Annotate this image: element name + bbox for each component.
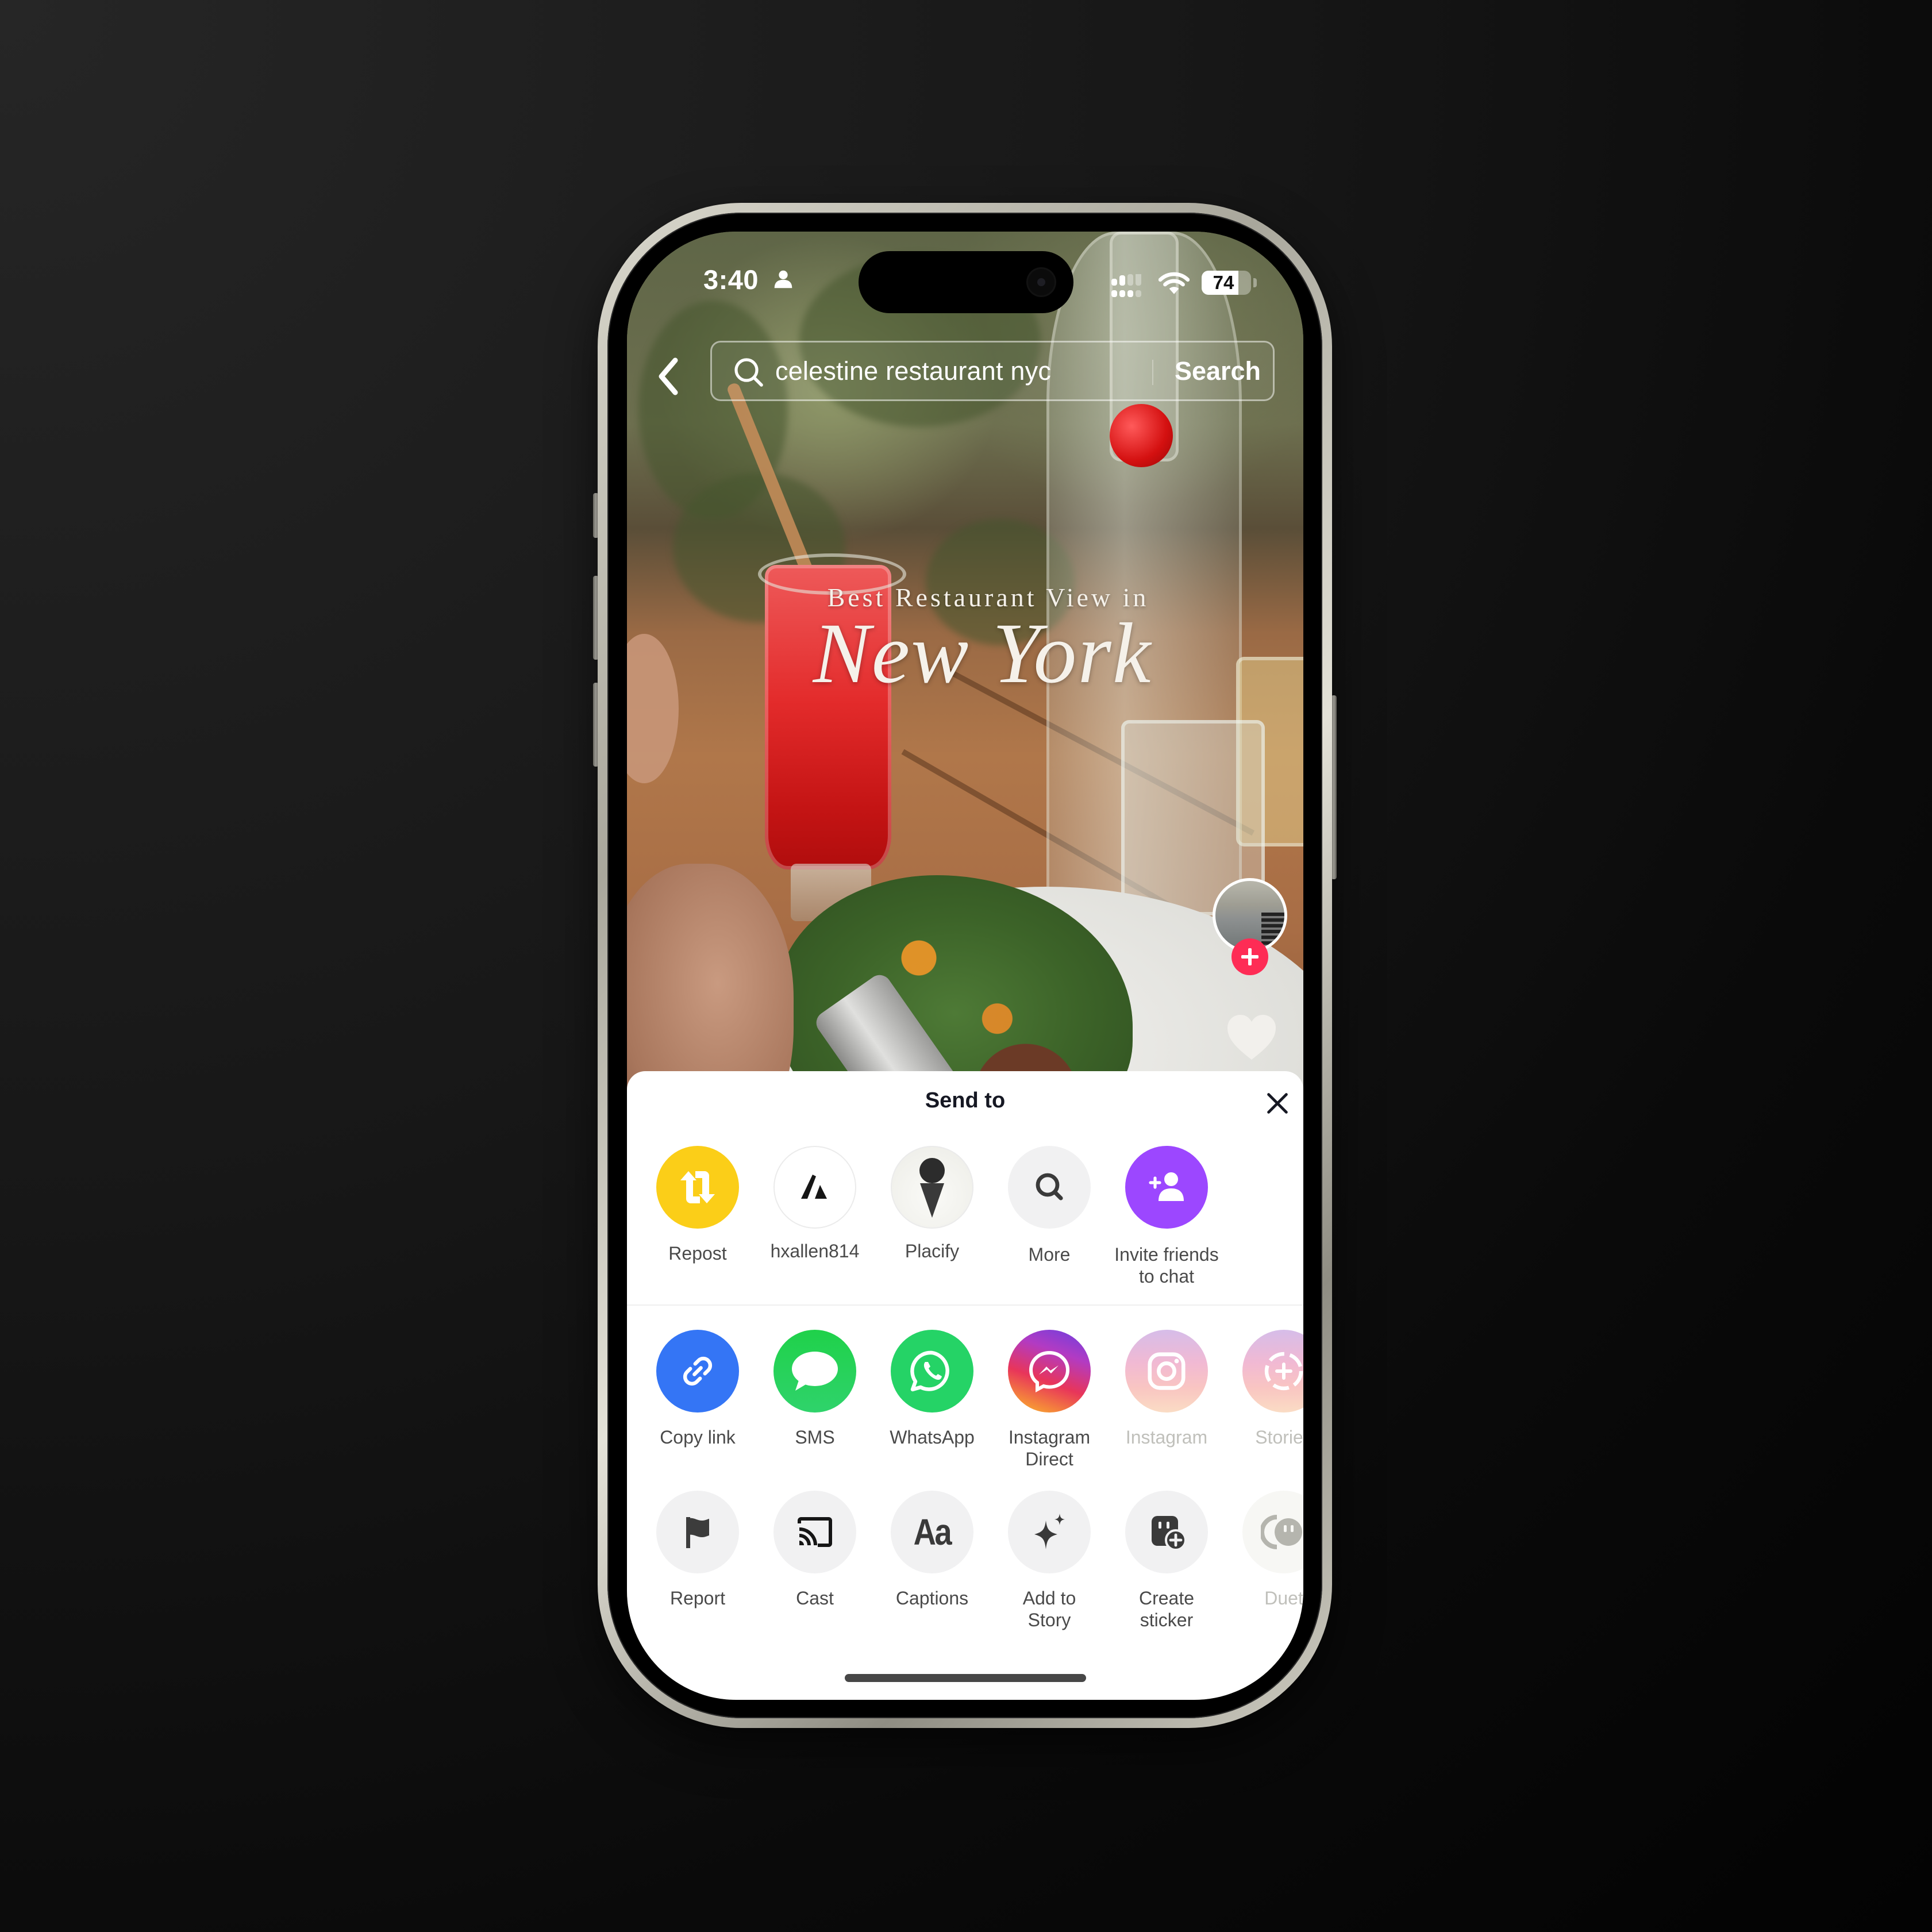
add-user-icon xyxy=(1149,1172,1184,1201)
map-pin-icon xyxy=(919,1158,945,1218)
share-app-label: Instagram xyxy=(1125,1427,1208,1448)
wifi-icon xyxy=(1159,272,1190,294)
camera-icon xyxy=(1026,267,1056,297)
share-app-stories[interactable]: Stories xyxy=(1225,1330,1303,1448)
action-captions[interactable]: Aa Captions xyxy=(873,1491,991,1609)
copy-link-circle xyxy=(656,1330,739,1413)
search-divider xyxy=(1152,360,1153,385)
duet-circle xyxy=(1242,1491,1303,1573)
sparkle-icon xyxy=(1034,1514,1065,1549)
section-divider xyxy=(627,1304,1303,1306)
share-app-copy-link[interactable]: Copy link xyxy=(639,1330,756,1448)
close-icon[interactable] xyxy=(1265,1091,1290,1116)
search-button[interactable]: Search xyxy=(1166,342,1269,399)
story-add-icon xyxy=(1264,1352,1303,1391)
action-add-to-story[interactable]: Add to Story xyxy=(991,1491,1108,1631)
instagram-icon xyxy=(1148,1352,1186,1390)
contact-avatar xyxy=(891,1146,973,1229)
stories-circle xyxy=(1242,1330,1303,1413)
share-target-label: Invite friends to chat xyxy=(1114,1244,1219,1287)
battery-percent: 74 xyxy=(1213,272,1234,293)
share-target-label: Repost xyxy=(668,1243,727,1264)
search-icon xyxy=(734,358,763,387)
heart-icon[interactable] xyxy=(1226,1013,1277,1061)
flag-icon xyxy=(686,1517,709,1548)
action-create-sticker[interactable]: Create sticker xyxy=(1108,1491,1225,1631)
share-target-repost[interactable]: Repost xyxy=(639,1146,756,1264)
action-label: Add to Story xyxy=(1022,1588,1076,1630)
report-circle xyxy=(656,1491,739,1573)
share-app-whatsapp[interactable]: WhatsApp xyxy=(873,1330,991,1448)
search-bar[interactable]: celestine restaurant nyc Search xyxy=(710,341,1275,401)
follow-plus-button[interactable] xyxy=(1231,938,1268,975)
link-icon xyxy=(683,1356,713,1386)
message-bubble-icon xyxy=(792,1352,838,1391)
cast-icon xyxy=(798,1517,832,1547)
search-input[interactable]: celestine restaurant nyc xyxy=(775,342,1051,399)
share-app-label: WhatsApp xyxy=(890,1427,975,1448)
invite-friends-button[interactable]: Invite friends to chat xyxy=(1108,1146,1225,1287)
captions-icon: Aa xyxy=(913,1511,952,1553)
share-app-label: SMS xyxy=(795,1427,835,1448)
contact-avatar xyxy=(773,1146,856,1229)
status-bar: 3:40 74 xyxy=(627,232,1303,313)
add-to-story-circle xyxy=(1008,1491,1091,1573)
share-app-label: Copy link xyxy=(660,1427,736,1448)
repost-icon xyxy=(680,1171,715,1203)
battery-indicator: 74 xyxy=(1202,271,1251,295)
action-label: Create sticker xyxy=(1138,1588,1195,1630)
video-caption-script: New York xyxy=(813,606,1152,701)
messenger-icon xyxy=(1029,1350,1070,1393)
sms-circle xyxy=(773,1330,856,1413)
person-icon xyxy=(774,270,792,288)
share-app-label: Instagram Direct xyxy=(1008,1427,1091,1469)
share-app-sms[interactable]: SMS xyxy=(756,1330,873,1448)
sticker-add-icon xyxy=(1152,1516,1187,1551)
action-label: Duet xyxy=(1264,1588,1303,1608)
invite-circle xyxy=(1125,1146,1208,1229)
whatsapp-circle xyxy=(891,1330,973,1413)
share-target-label: hxallen814 xyxy=(770,1241,860,1261)
captions-circle: Aa xyxy=(891,1491,973,1573)
action-report[interactable]: Report xyxy=(639,1491,756,1609)
action-label: Captions xyxy=(895,1588,969,1608)
home-indicator[interactable] xyxy=(845,1674,1086,1682)
avatar-logo-icon xyxy=(801,1175,827,1199)
action-label: Cast xyxy=(796,1588,834,1608)
share-sheet: Send to Repost hxallen814 Placify More I… xyxy=(627,1071,1303,1700)
share-target-label: Placify xyxy=(905,1241,960,1261)
share-target-label: More xyxy=(1028,1244,1071,1265)
more-circle xyxy=(1008,1146,1091,1229)
hand xyxy=(627,864,794,1105)
share-app-instagram-direct[interactable]: Instagram Direct xyxy=(991,1330,1108,1470)
share-target-contact[interactable]: Placify xyxy=(873,1146,991,1262)
battery-nub xyxy=(1253,278,1257,287)
search-icon xyxy=(1036,1173,1063,1200)
phone-screen: Best Restaurant View in New York 3:40 74… xyxy=(627,232,1303,1700)
action-label: Report xyxy=(669,1588,726,1608)
action-duet[interactable]: Duet xyxy=(1225,1491,1303,1609)
action-cast[interactable]: Cast xyxy=(756,1491,873,1609)
dynamic-island xyxy=(859,251,1073,313)
duet-icon xyxy=(1261,1515,1302,1549)
status-time: 3:40 xyxy=(703,264,759,295)
cellular-signal-icon xyxy=(1111,274,1141,297)
create-sticker-circle xyxy=(1125,1491,1208,1573)
share-target-more[interactable]: More xyxy=(991,1146,1108,1265)
whatsapp-icon xyxy=(910,1350,949,1392)
share-target-contact[interactable]: hxallen814 xyxy=(756,1146,873,1262)
repost-circle xyxy=(656,1146,739,1229)
sheet-title: Send to xyxy=(925,1088,1006,1113)
bottle-cap xyxy=(1110,404,1173,467)
back-chevron-icon[interactable] xyxy=(650,353,690,399)
cast-circle xyxy=(773,1491,856,1573)
share-app-instagram[interactable]: Instagram xyxy=(1108,1330,1225,1448)
instagram-direct-circle xyxy=(1008,1330,1091,1413)
share-app-label: Stories xyxy=(1255,1427,1303,1448)
instagram-circle xyxy=(1125,1330,1208,1413)
